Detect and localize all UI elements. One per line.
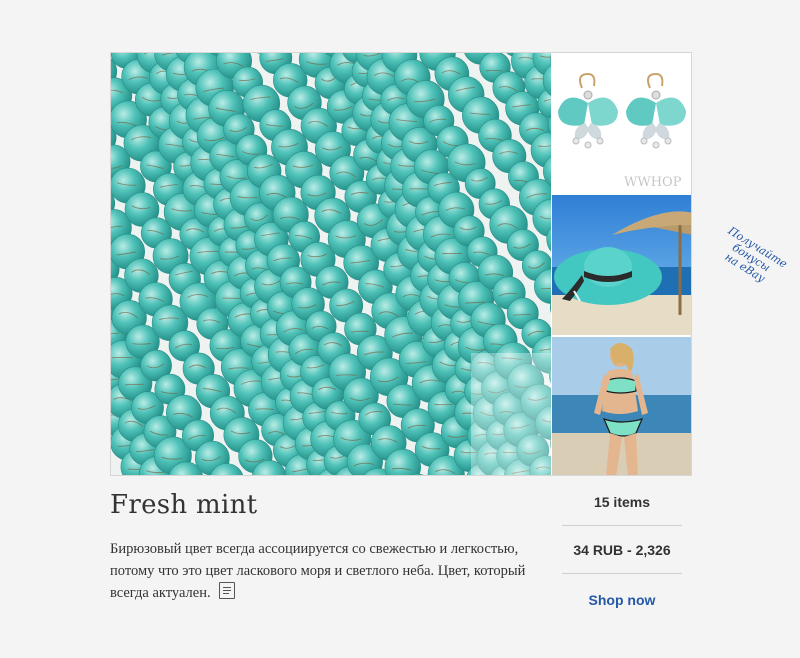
collection-title[interactable]: Fresh mint	[110, 490, 257, 520]
turquoise-beads-image[interactable]	[111, 53, 551, 475]
collection-stats: 15 items 34 RUB - 2,326 Shop now	[562, 490, 682, 608]
beads-illustration	[111, 53, 551, 475]
items-count: 15 items	[593, 494, 651, 510]
thumbnail-column: WWHOP	[552, 53, 691, 475]
ebay-bonus-link[interactable]: Получайте бонусы на eBay	[703, 219, 798, 297]
description-text: Бирюзовый цвет всегда ассоциируется со с…	[110, 541, 526, 601]
price-range: 34 RUB - 2,326	[573, 542, 671, 558]
note-icon[interactable]	[218, 582, 235, 599]
shop-now-link[interactable]: Shop now	[562, 574, 682, 608]
collection-description: Бирюзовый цвет всегда ассоциируется со с…	[110, 538, 530, 604]
sun-hat-thumbnail[interactable]	[552, 195, 691, 335]
collection-card[interactable]: WWHOP	[110, 52, 692, 476]
bikini-thumbnail[interactable]	[552, 337, 691, 475]
watermark-text: WWHOP	[624, 175, 682, 190]
earrings-thumbnail[interactable]: WWHOP	[552, 53, 691, 193]
